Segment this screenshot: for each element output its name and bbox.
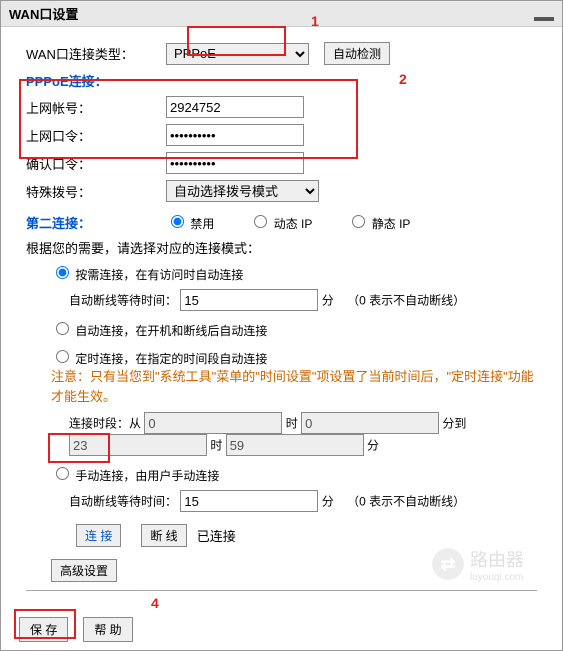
mode-auto: 自动连接，在开机和断线后自动连接: [51, 319, 537, 339]
second-connection-row: 第二连接： 禁用 动态 IP 静态 IP: [26, 212, 537, 232]
radio-static[interactable]: [352, 215, 365, 228]
radio-auto[interactable]: [56, 322, 69, 335]
wan-type-row: WAN口连接类型： PPPoE 自动检测: [26, 42, 537, 65]
ondemand-wait-input[interactable]: [180, 289, 318, 311]
ondemand-option[interactable]: 按需连接，在有访问时自动连接: [51, 268, 243, 282]
mode-intro: 根据您的需要，请选择对应的连接模式：: [26, 238, 537, 257]
pppoe-section-title: PPPoE连接：: [26, 71, 537, 90]
password-row: 上网口令：: [26, 124, 537, 146]
annot-num-4: 4: [151, 595, 159, 611]
footer: 4 保 存 帮 助: [1, 609, 562, 650]
save-button[interactable]: 保 存: [19, 617, 68, 642]
account-row: 上网帐号：: [26, 96, 537, 118]
confirm-label: 确认口令：: [26, 154, 166, 173]
confirm-input[interactable]: [166, 152, 304, 174]
titlebar: WAN口设置: [1, 1, 562, 27]
account-input[interactable]: [166, 96, 304, 118]
second-connection-label: 第二连接：: [26, 213, 166, 232]
manual-wait-row: 自动断线等待时间： 分 （0 表示不自动断线）: [69, 490, 537, 512]
password-label: 上网口令：: [26, 126, 166, 145]
wan-type-label: WAN口连接类型：: [26, 44, 166, 63]
password-input[interactable]: [166, 124, 304, 146]
advanced-row: 高级设置: [51, 559, 537, 582]
connect-button[interactable]: 连 接: [76, 524, 121, 547]
disconnect-button[interactable]: 断 线: [141, 524, 186, 547]
annot-box-2: [19, 79, 358, 159]
to-min-input: [226, 434, 364, 456]
account-label: 上网帐号：: [26, 98, 166, 117]
wan-type-select[interactable]: PPPoE: [166, 43, 309, 65]
manual-wait-input[interactable]: [180, 490, 318, 512]
advanced-button[interactable]: 高级设置: [51, 559, 117, 582]
second-dynamic-option[interactable]: 动态 IP: [249, 212, 312, 232]
mode-scheduled: 定时连接，在指定的时间段自动连接: [51, 347, 537, 367]
window-title: WAN口设置: [9, 4, 78, 23]
second-static-option[interactable]: 静态 IP: [347, 212, 410, 232]
radio-scheduled[interactable]: [56, 350, 69, 363]
autodetect-button[interactable]: 自动检测: [324, 42, 390, 65]
dialmode-row: 特殊拨号： 自动选择拨号模式: [26, 180, 537, 202]
manual-option[interactable]: 手动连接，由用户手动连接: [51, 469, 219, 483]
annot-num-1: 1: [311, 13, 319, 29]
confirm-row: 确认口令：: [26, 152, 537, 174]
schedule-note: 注意：只有当您到"系统工具"菜单的"时间设置"项设置了当前时间后，"定时连接"功…: [51, 367, 537, 406]
mode-manual: 手动连接，由用户手动连接 自动断线等待时间： 分 （0 表示不自动断线）: [51, 464, 537, 512]
radio-manual[interactable]: [56, 467, 69, 480]
dialmode-select[interactable]: 自动选择拨号模式: [166, 180, 319, 202]
from-min-input: [301, 412, 439, 434]
scheduled-option[interactable]: 定时连接，在指定的时间段自动连接: [51, 352, 267, 366]
radio-disable[interactable]: [171, 215, 184, 228]
second-disable-option[interactable]: 禁用: [166, 212, 214, 232]
schedule-period-row: 连接时段：从 时 分到 时 分: [69, 412, 537, 456]
to-hour-input: [69, 434, 207, 456]
dialmode-label: 特殊拨号：: [26, 182, 166, 201]
minimize-icon[interactable]: [534, 17, 554, 21]
wan-settings-window: WAN口设置 1 2 3 WAN口连接类型： PPPoE 自动检测 PPPoE连…: [0, 0, 563, 651]
radio-ondemand[interactable]: [56, 266, 69, 279]
divider: [26, 590, 537, 591]
connect-row: 连 接 断 线 已连接: [76, 524, 537, 547]
from-hour-input: [144, 412, 282, 434]
help-button[interactable]: 帮 助: [83, 617, 132, 642]
connection-status: 已连接: [197, 526, 236, 545]
auto-option[interactable]: 自动连接，在开机和断线后自动连接: [51, 324, 267, 338]
radio-dynamic[interactable]: [254, 215, 267, 228]
annot-num-2: 2: [399, 71, 407, 87]
ondemand-wait-row: 自动断线等待时间： 分 （0 表示不自动断线）: [69, 289, 537, 311]
mode-ondemand: 按需连接，在有访问时自动连接 自动断线等待时间： 分 （0 表示不自动断线）: [51, 263, 537, 311]
